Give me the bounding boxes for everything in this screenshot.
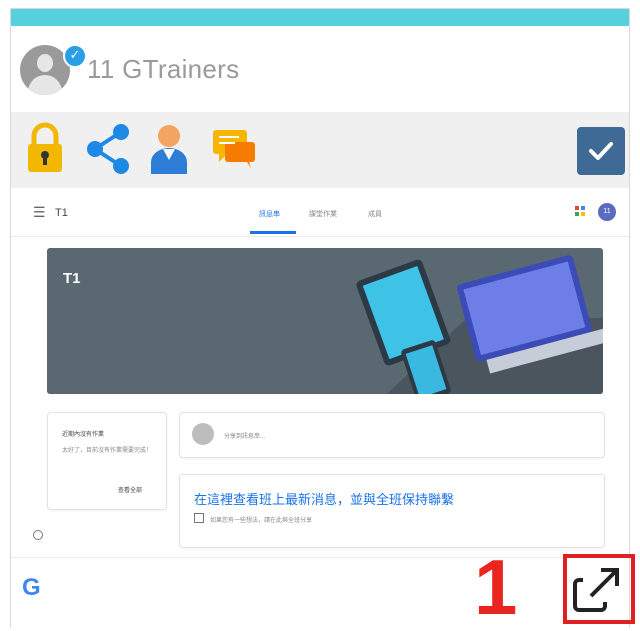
upcoming-text: 太好了，目前沒有作業需要完成！ (62, 448, 153, 454)
page-title: 11 GTrainers (87, 54, 240, 84)
class-banner: T1 (47, 248, 603, 394)
user-icon[interactable] (149, 122, 199, 176)
view-all-link[interactable]: 查看全部 (118, 485, 142, 494)
lock-icon[interactable] (25, 122, 75, 176)
apps-icon[interactable] (575, 206, 585, 216)
app-frame: ✓ 11 GTrainers ☰ T1 訊息串 課堂作業 成員 11 T1 近期… (10, 8, 630, 628)
menu-icon[interactable]: ☰ (33, 204, 46, 221)
class-name: T1 (55, 207, 68, 219)
classroom-header: ☰ T1 訊息串 課堂作業 成員 11 (11, 188, 629, 237)
active-tab-indicator (250, 231, 296, 234)
footer: G (11, 557, 629, 628)
tab-people[interactable]: 成員 (368, 209, 382, 219)
post-placeholder: 分享到訊息串... (224, 434, 266, 440)
toolbar (11, 112, 629, 188)
chat-icon[interactable] (209, 122, 259, 176)
google-logo-icon: G (22, 574, 41, 601)
open-in-new-icon[interactable] (567, 558, 631, 620)
check-icon (589, 142, 613, 160)
open-external-highlight[interactable] (563, 554, 635, 624)
user-avatar[interactable]: 11 (598, 203, 616, 221)
check-button[interactable] (577, 127, 625, 175)
tab-classwork[interactable]: 課堂作業 (309, 209, 337, 219)
post-box[interactable]: 分享到訊息串... (179, 412, 605, 458)
top-accent-bar (11, 9, 629, 26)
verified-badge-icon: ✓ (63, 44, 87, 68)
stream-message-card: 在這裡查看班上最新消息，並與全班保持聯繫 如果您有一些想法，請在此與全班分享 (179, 474, 605, 548)
stream-message-sub: 如果您有一些想法，請在此與全班分享 (210, 518, 313, 524)
share-icon[interactable] (85, 122, 135, 176)
upcoming-card: 近期內沒有作業 太好了，目前沒有作業需要完成！ 查看全部 (47, 412, 167, 510)
info-icon[interactable] (33, 530, 43, 540)
upcoming-title: 近期內沒有作業 (62, 432, 105, 438)
poster-avatar (192, 423, 214, 445)
banner-illustration (356, 255, 603, 394)
document-icon (194, 513, 204, 523)
step-number: 1 (474, 543, 518, 631)
stream-message: 在這裡查看班上最新消息，並與全班保持聯繫 (194, 492, 455, 507)
tab-stream[interactable]: 訊息串 (259, 209, 280, 219)
header: ✓ 11 GTrainers (11, 26, 629, 112)
classroom-preview: ☰ T1 訊息串 課堂作業 成員 11 T1 近期內沒有作業 太好了，目前沒有作… (11, 188, 629, 557)
